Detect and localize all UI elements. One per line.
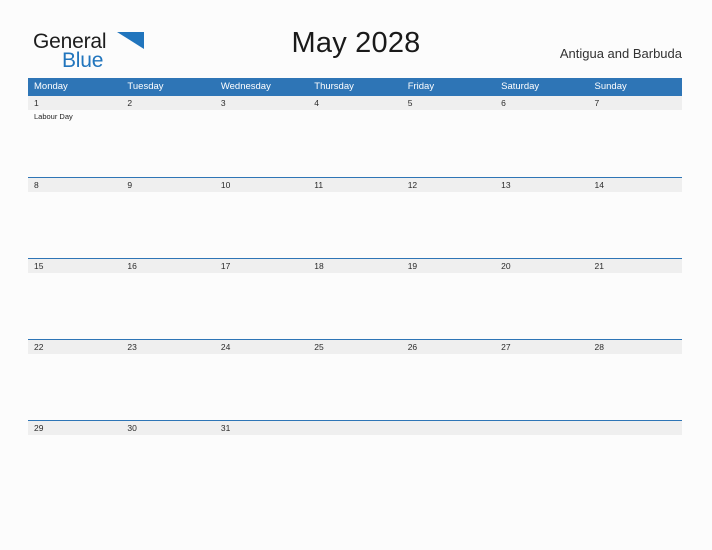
day-number: 10 — [220, 180, 231, 190]
day-number: 29 — [34, 423, 44, 433]
day-cell[interactable]: 12 — [402, 178, 495, 259]
weekday-header-row: Monday Tuesday Wednesday Thursday Friday… — [28, 78, 682, 96]
day-number: 2 — [127, 98, 133, 108]
day-events: Labour Day — [34, 112, 121, 122]
day-number: 14 — [594, 180, 604, 190]
day-cell[interactable]: 4 — [308, 96, 401, 177]
day-number: 19 — [407, 261, 418, 271]
week-body: 1 Labour Day 2 3 4 5 6 7 — [28, 96, 682, 177]
day-number: 30 — [127, 423, 137, 433]
day-cell[interactable]: 19 — [402, 259, 495, 340]
holiday-event-label: Labour Day — [34, 112, 73, 121]
week-body: 29 30 31 — [28, 421, 682, 502]
day-number: 23 — [127, 342, 137, 352]
week-body: 15 16 17 18 19 20 21 — [28, 259, 682, 340]
day-number: 9 — [127, 180, 133, 190]
day-number: 27 — [501, 342, 511, 352]
day-number: 12 — [407, 180, 418, 190]
day-number: 21 — [594, 261, 604, 271]
day-number: 25 — [314, 342, 324, 352]
calendar-week-row: 1 Labour Day 2 3 4 5 6 7 — [28, 96, 682, 177]
day-number: 7 — [594, 98, 600, 108]
day-cell[interactable]: 27 — [495, 340, 588, 421]
day-cell[interactable]: 24 — [215, 340, 308, 421]
day-number: 26 — [407, 342, 418, 352]
weekday-header-sunday: Sunday — [594, 81, 627, 92]
day-cell-empty — [589, 421, 682, 502]
calendar-week-row: 15 16 17 18 19 20 21 — [28, 258, 682, 339]
country-label: Antigua and Barbuda — [559, 46, 682, 61]
calendar-grid: Monday Tuesday Wednesday Thursday Friday… — [28, 78, 682, 501]
day-number: 15 — [34, 261, 44, 271]
day-cell[interactable]: 20 — [495, 259, 588, 340]
day-number: 3 — [220, 98, 226, 108]
day-cell[interactable]: 26 — [402, 340, 495, 421]
weekday-header-monday: Monday — [34, 81, 68, 92]
day-number: 13 — [501, 180, 511, 190]
day-cell[interactable]: 2 — [121, 96, 214, 177]
day-cell-empty — [402, 421, 495, 502]
day-cell[interactable]: 17 — [215, 259, 308, 340]
day-cell[interactable]: 13 — [495, 178, 588, 259]
day-cell[interactable]: 9 — [121, 178, 214, 259]
day-cell[interactable]: 1 Labour Day — [28, 96, 121, 177]
weekday-header-friday: Friday — [407, 81, 435, 92]
weekday-header-wednesday: Wednesday — [220, 81, 271, 92]
day-number: 24 — [220, 342, 231, 352]
day-cell[interactable]: 21 — [589, 259, 682, 340]
day-cell[interactable]: 23 — [121, 340, 214, 421]
day-cell-empty — [308, 421, 401, 502]
day-number: 1 — [34, 98, 39, 108]
day-number: 22 — [34, 342, 44, 352]
calendar-weeks: 1 Labour Day 2 3 4 5 6 7 8 9 10 11 12 13 14 15 16 17 18 19 2… — [28, 96, 682, 501]
calendar-week-row: 8 9 10 11 12 13 14 — [28, 177, 682, 258]
day-cell[interactable]: 22 — [28, 340, 121, 421]
calendar-week-row: 29 30 31 — [28, 420, 682, 501]
day-cell[interactable]: 15 — [28, 259, 121, 340]
day-cell[interactable]: 3 — [215, 96, 308, 177]
page-header: General Blue May 2028 Antigua and Barbud… — [0, 0, 712, 76]
day-cell[interactable]: 25 — [308, 340, 401, 421]
day-cell[interactable]: 31 — [215, 421, 308, 502]
day-number: 17 — [220, 261, 231, 271]
day-number: 4 — [314, 98, 319, 108]
week-body: 8 9 10 11 12 13 14 — [28, 178, 682, 259]
day-cell[interactable]: 8 — [28, 178, 121, 259]
day-cell[interactable]: 18 — [308, 259, 401, 340]
day-number: 20 — [501, 261, 511, 271]
day-number: 16 — [127, 261, 137, 271]
day-cell[interactable]: 5 — [402, 96, 495, 177]
day-cell-empty — [495, 421, 588, 502]
calendar-week-row: 22 23 24 25 26 27 28 — [28, 339, 682, 420]
day-number: 5 — [407, 98, 413, 108]
day-cell[interactable]: 11 — [308, 178, 401, 259]
weekday-header-thursday: Thursday — [314, 81, 354, 92]
day-cell[interactable]: 10 — [215, 178, 308, 259]
day-cell[interactable]: 29 — [28, 421, 121, 502]
day-number: 31 — [220, 423, 231, 433]
day-cell[interactable]: 28 — [589, 340, 682, 421]
day-cell[interactable]: 30 — [121, 421, 214, 502]
day-number: 18 — [314, 261, 324, 271]
day-number: 8 — [34, 180, 39, 190]
day-number: 28 — [594, 342, 604, 352]
day-cell[interactable]: 6 — [495, 96, 588, 177]
day-number: 11 — [314, 180, 324, 190]
day-cell[interactable]: 16 — [121, 259, 214, 340]
weekday-header-saturday: Saturday — [501, 81, 540, 92]
day-cell[interactable]: 14 — [589, 178, 682, 259]
day-cell[interactable]: 7 — [589, 96, 682, 177]
day-number: 6 — [501, 98, 506, 108]
weekday-header-tuesday: Tuesday — [127, 81, 164, 92]
week-body: 22 23 24 25 26 27 28 — [28, 340, 682, 421]
